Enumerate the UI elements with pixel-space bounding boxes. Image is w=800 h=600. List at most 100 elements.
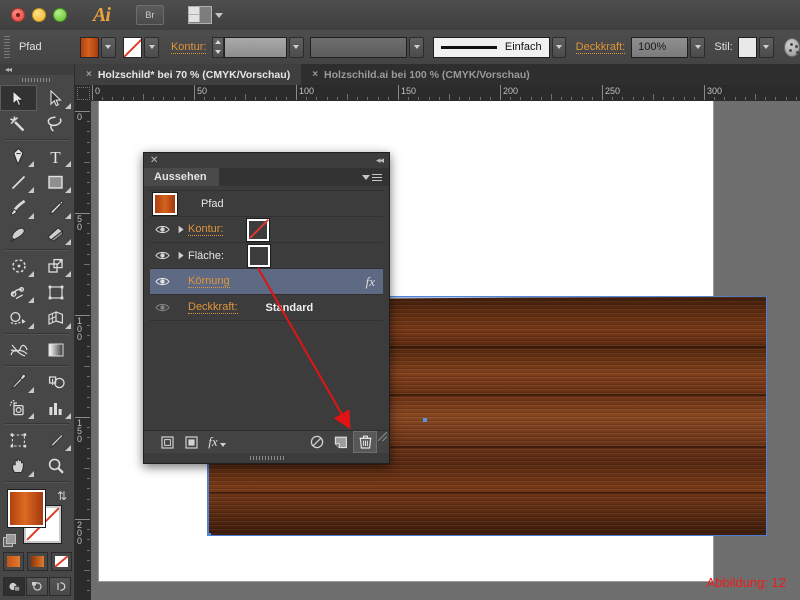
mesh-tool[interactable] bbox=[0, 337, 37, 363]
vertical-ruler[interactable]: 0 50 100 150 200 bbox=[75, 101, 92, 600]
brush-definition-dropdown[interactable] bbox=[551, 36, 567, 58]
shape-builder-tool[interactable] bbox=[0, 305, 37, 331]
go-to-bridge-button[interactable]: Br bbox=[135, 5, 164, 25]
magic-wand-tool[interactable] bbox=[0, 111, 37, 137]
appearance-row-label[interactable]: Kontur: bbox=[188, 223, 224, 236]
appearance-row-value[interactable]: Standard bbox=[266, 302, 314, 314]
panel-menu-icon[interactable] bbox=[362, 173, 382, 181]
clear-appearance-button[interactable] bbox=[305, 431, 329, 453]
appearance-row-deckkraft[interactable]: Deckkraft: Standard bbox=[150, 295, 383, 321]
fill-swatch[interactable] bbox=[80, 36, 100, 58]
eyedropper-tool[interactable] bbox=[0, 369, 37, 395]
visibility-eye-icon[interactable] bbox=[150, 276, 174, 287]
blob-brush-tool[interactable] bbox=[0, 221, 37, 247]
width-tool[interactable] bbox=[0, 279, 37, 305]
hand-tool[interactable] bbox=[0, 453, 37, 479]
pen-tool[interactable] bbox=[0, 143, 37, 169]
zoom-tool[interactable] bbox=[37, 453, 74, 479]
effect-fx-icon[interactable]: fx bbox=[366, 274, 375, 290]
appearance-row-kontur[interactable]: Kontur: bbox=[150, 217, 383, 243]
perspective-grid-tool[interactable] bbox=[37, 305, 74, 331]
duplicate-selected-item-button[interactable] bbox=[329, 431, 353, 453]
swap-fill-stroke-icon[interactable]: ⇅ bbox=[57, 489, 67, 503]
paintbrush-tool[interactable] bbox=[0, 195, 37, 221]
none-swatch-button[interactable] bbox=[50, 552, 72, 571]
gradient-tool[interactable] bbox=[37, 337, 74, 363]
ruler-origin-corner[interactable] bbox=[75, 85, 91, 101]
color-swatch-button[interactable] bbox=[2, 552, 24, 571]
double-chevron-right-icon[interactable]: ◂◂ bbox=[376, 155, 384, 166]
line-segment-tool[interactable] bbox=[0, 169, 37, 195]
visibility-eye-icon[interactable] bbox=[150, 224, 174, 235]
panel-resize-grip[interactable] bbox=[378, 432, 387, 441]
symbol-sprayer-tool[interactable] bbox=[0, 395, 37, 421]
add-new-fill-button[interactable] bbox=[179, 431, 203, 453]
pencil-tool[interactable] bbox=[37, 195, 74, 221]
direct-selection-tool[interactable] bbox=[37, 85, 74, 111]
stroke-swatch-dropdown[interactable] bbox=[144, 36, 160, 58]
appearance-row-label[interactable]: Deckkraft: bbox=[188, 301, 238, 314]
appearance-panel[interactable]: ✕ ◂◂ Aussehen Pfad Kontur: Fläche: Körnu… bbox=[143, 152, 390, 464]
fill-color-thumbnail[interactable] bbox=[248, 244, 271, 267]
selection-tool[interactable] bbox=[0, 85, 37, 111]
close-window-button[interactable] bbox=[11, 8, 25, 22]
stroke-profile-dropdown[interactable] bbox=[409, 36, 425, 58]
artboard-tool[interactable] bbox=[0, 427, 37, 453]
slice-tool[interactable] bbox=[37, 427, 74, 453]
appearance-object-row[interactable]: Pfad bbox=[150, 190, 383, 217]
stroke-none-thumbnail[interactable] bbox=[247, 218, 270, 241]
tools-panel-grip[interactable] bbox=[0, 75, 74, 85]
scale-tool[interactable] bbox=[37, 253, 74, 279]
appearance-panel-titlebar[interactable]: ✕ ◂◂ bbox=[144, 153, 389, 168]
arrange-documents-button[interactable] bbox=[187, 6, 223, 24]
eraser-tool[interactable] bbox=[37, 221, 74, 247]
free-transform-tool[interactable] bbox=[37, 279, 74, 305]
delete-selected-item-button[interactable] bbox=[353, 431, 377, 453]
close-icon[interactable]: × bbox=[86, 69, 92, 80]
tab-aussehen[interactable]: Aussehen bbox=[144, 168, 219, 186]
tools-panel-header[interactable]: ◂◂ bbox=[0, 64, 74, 75]
stroke-panel-link[interactable]: Kontur: bbox=[170, 41, 207, 54]
draw-normal-button[interactable] bbox=[3, 577, 25, 596]
tab-holzschild-70[interactable]: × Holzschild* bei 70 % (CMYK/Vorschau) bbox=[75, 64, 302, 85]
horizontal-ruler[interactable]: 0 50 100 150 200 250 300 bbox=[75, 85, 800, 102]
opacity-dropdown[interactable] bbox=[690, 36, 706, 58]
close-icon[interactable]: × bbox=[312, 69, 318, 80]
stroke-weight-input[interactable] bbox=[223, 36, 287, 58]
appearance-row-label[interactable]: Körnung bbox=[188, 275, 230, 288]
transparency-panel-link[interactable]: Deckkraft: bbox=[575, 41, 626, 54]
double-chevron-left-icon[interactable]: ◂◂ bbox=[5, 65, 12, 74]
control-bar-grip[interactable] bbox=[4, 36, 10, 58]
graphic-style-dropdown[interactable] bbox=[758, 36, 774, 58]
stroke-swatch[interactable] bbox=[123, 36, 143, 58]
column-graph-tool[interactable] bbox=[37, 395, 74, 421]
panel-bottom-grip[interactable] bbox=[144, 453, 389, 463]
stroke-weight-stepper[interactable] bbox=[212, 36, 224, 58]
disclosure-triangle-icon[interactable] bbox=[174, 225, 188, 234]
appearance-row-flaeche[interactable]: Fläche: bbox=[150, 243, 383, 269]
draw-behind-button[interactable] bbox=[26, 577, 48, 596]
gradient-swatch-button[interactable] bbox=[26, 552, 48, 571]
opacity-input[interactable]: 100% bbox=[631, 36, 689, 58]
tab-holzschild-100[interactable]: × Holzschild.ai bei 100 % (CMYK/Vorschau… bbox=[301, 64, 541, 85]
visibility-eye-icon[interactable] bbox=[150, 250, 174, 261]
zoom-window-button[interactable] bbox=[53, 8, 67, 22]
anchor-point-bottom-left[interactable] bbox=[207, 533, 211, 536]
default-fill-stroke-icon[interactable] bbox=[3, 534, 16, 547]
fill-color-indicator[interactable] bbox=[8, 490, 45, 527]
blend-tool[interactable] bbox=[37, 369, 74, 395]
graphic-style-swatch[interactable] bbox=[737, 36, 757, 58]
minimize-window-button[interactable] bbox=[32, 8, 46, 22]
disclosure-triangle-icon[interactable] bbox=[174, 251, 188, 260]
add-new-effect-button[interactable]: fx bbox=[203, 431, 231, 453]
lasso-tool[interactable] bbox=[37, 111, 74, 137]
draw-inside-button[interactable] bbox=[49, 577, 71, 596]
appearance-row-label[interactable]: Fläche: bbox=[188, 250, 224, 262]
type-tool[interactable]: T bbox=[37, 143, 74, 169]
close-icon[interactable]: ✕ bbox=[150, 155, 158, 166]
document-setup-icon[interactable] bbox=[783, 37, 800, 57]
visibility-eye-icon[interactable] bbox=[150, 302, 174, 313]
stroke-weight-dropdown[interactable] bbox=[288, 36, 304, 58]
brush-definition-select[interactable]: Einfach bbox=[432, 36, 550, 58]
fill-swatch-dropdown[interactable] bbox=[101, 36, 116, 58]
